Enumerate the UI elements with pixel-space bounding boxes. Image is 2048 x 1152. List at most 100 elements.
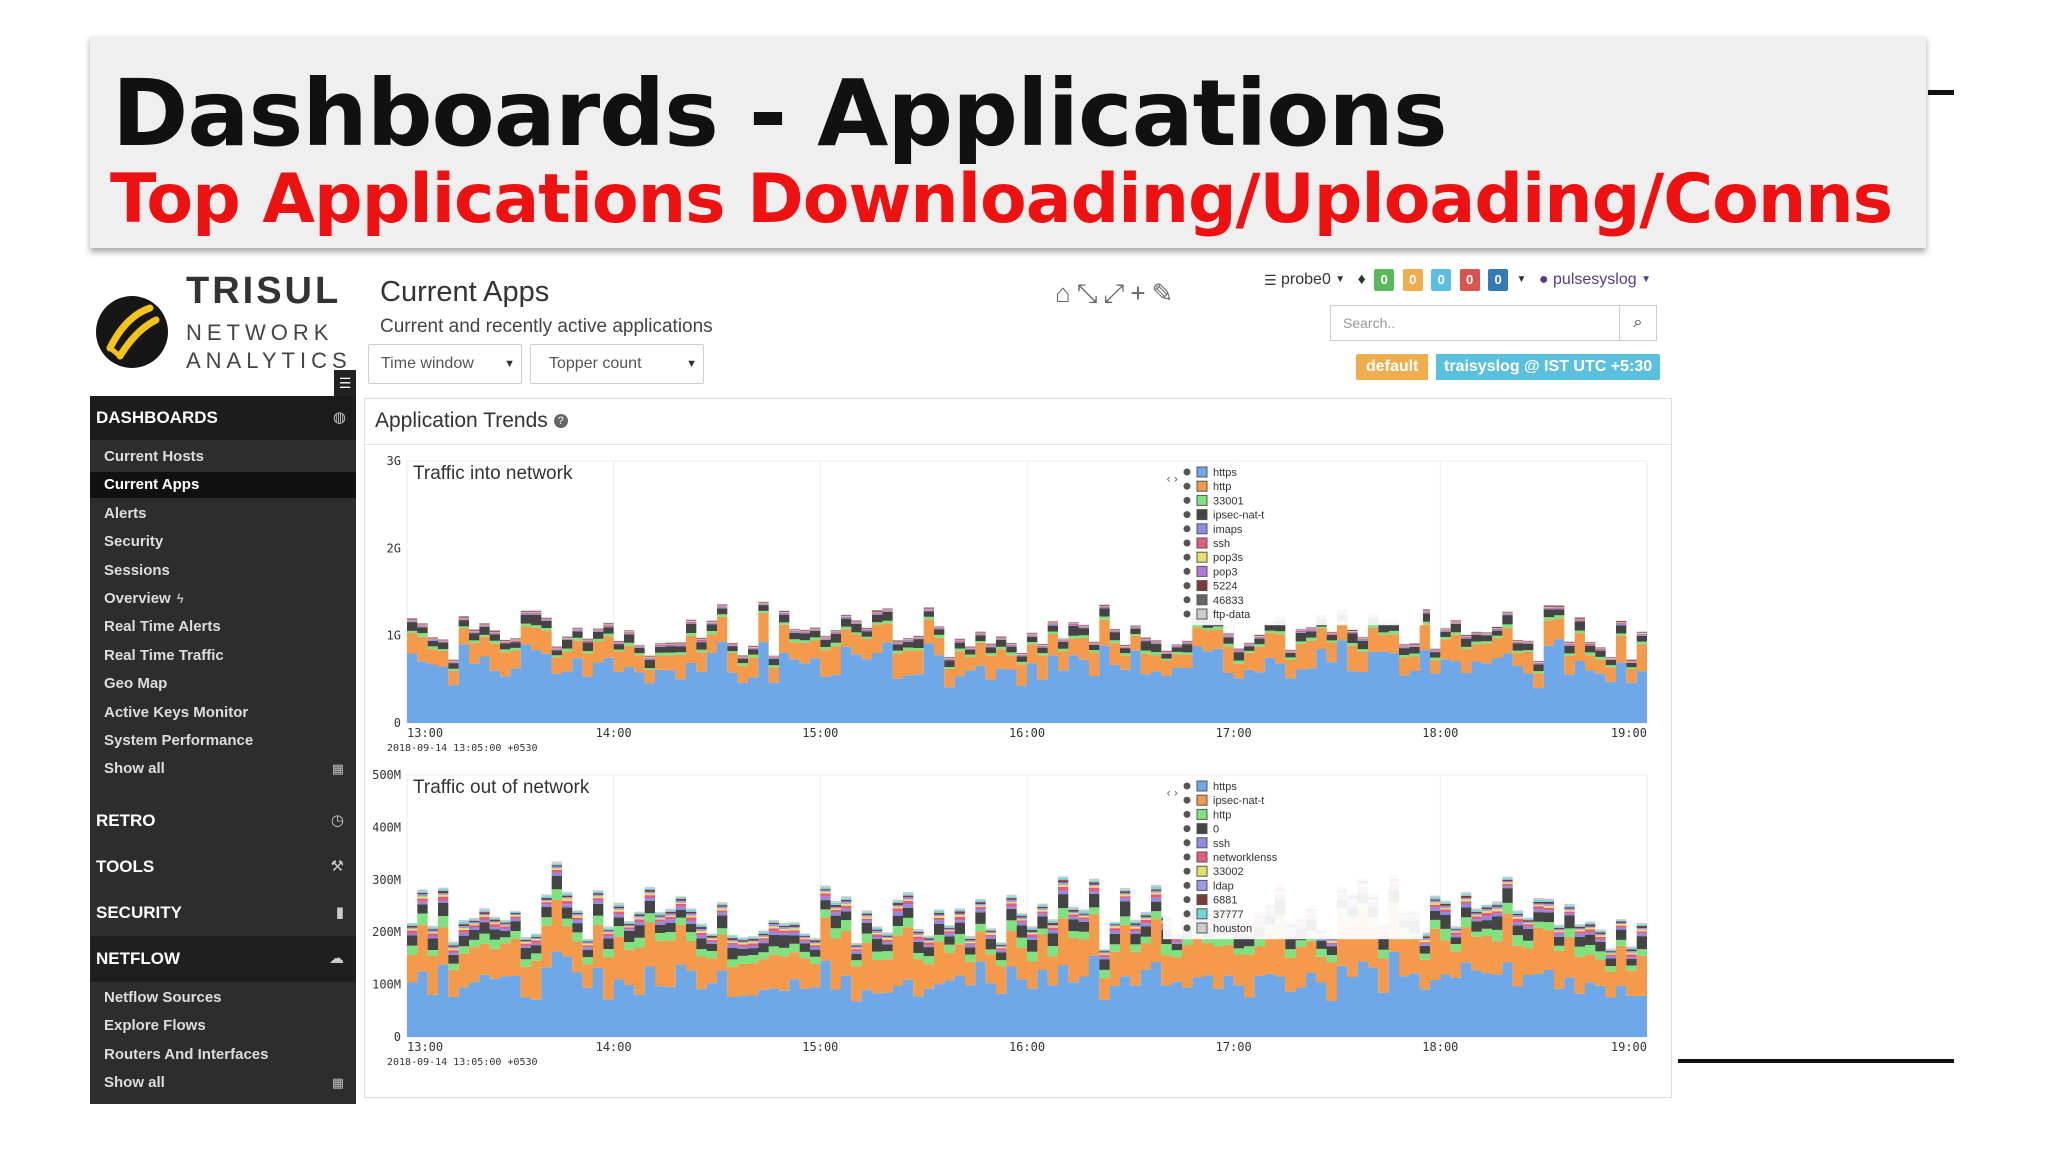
context-badge[interactable]: default bbox=[1356, 354, 1429, 380]
x-tick-label: 14:00 bbox=[596, 1040, 632, 1054]
sidebar-item-label: Alerts bbox=[104, 504, 147, 522]
sidebar-item[interactable]: Sessions bbox=[90, 558, 356, 584]
sidebar-item[interactable]: Current Apps bbox=[90, 472, 356, 499]
edit-icon[interactable]: ✎ bbox=[1152, 278, 1180, 308]
sidebar-toggle-icon[interactable]: ☰ bbox=[334, 370, 356, 396]
alert-badge[interactable]: 0 bbox=[1488, 269, 1509, 291]
legend-toggle[interactable] bbox=[1183, 482, 1191, 490]
legend-nav-icon[interactable]: ‹› bbox=[1165, 786, 1179, 800]
chart-traffic-out: 0 100M 200M 300M 400M 500M 13:00 14:00 15:00 16:0… bbox=[372, 767, 1663, 1077]
legend-toggle[interactable] bbox=[1183, 825, 1191, 833]
legend-swatch bbox=[1196, 865, 1208, 877]
caret-down-icon: ▼ bbox=[1641, 274, 1651, 285]
x-tick-label: 17:00 bbox=[1216, 726, 1252, 740]
probe-selector[interactable]: probe0 bbox=[1281, 266, 1331, 294]
sidebar-item[interactable]: Overview ϟ bbox=[90, 586, 356, 612]
legend-swatch bbox=[1196, 837, 1208, 849]
x-tick-label: 14:00 bbox=[596, 726, 632, 740]
search-input[interactable]: Search.. bbox=[1330, 305, 1620, 341]
x-tick-label: 16:00 bbox=[1009, 726, 1045, 740]
logo-text: NETWORK bbox=[186, 320, 334, 345]
y-tick-label: 300M bbox=[373, 873, 401, 887]
home-icon[interactable]: ⌂ bbox=[1055, 278, 1077, 308]
legend-toggle[interactable] bbox=[1183, 553, 1191, 561]
legend-label: 33002 bbox=[1213, 866, 1244, 878]
sidebar-item[interactable]: Routers And Interfaces bbox=[90, 1042, 356, 1068]
sidebar-item-label: Security bbox=[104, 533, 164, 551]
legend-toggle[interactable] bbox=[1183, 496, 1191, 504]
sidebar-section-dashboards[interactable]: DASHBOARDS ◍ bbox=[90, 396, 356, 440]
alert-badge[interactable]: 0 bbox=[1374, 269, 1395, 291]
sidebar-section-netflow[interactable]: NETFLOW ☁ bbox=[90, 936, 356, 982]
sidebar-item[interactable]: Show all ▦ bbox=[90, 1070, 356, 1096]
alert-badge[interactable]: 0 bbox=[1402, 269, 1423, 291]
x-tick-label: 15:00 bbox=[802, 726, 838, 740]
sidebar-item[interactable]: Show all ▦ bbox=[90, 756, 356, 782]
user-menu[interactable]: pulsesyslog bbox=[1553, 266, 1637, 294]
legend-toggle[interactable] bbox=[1183, 810, 1191, 818]
sidebar-section-retro[interactable]: RETRO ◷ bbox=[90, 798, 356, 844]
add-icon[interactable]: + bbox=[1130, 278, 1151, 308]
legend-toggle[interactable] bbox=[1183, 796, 1191, 804]
page-subtitle: Current and recently active applications bbox=[380, 316, 713, 337]
legend-toggle[interactable] bbox=[1183, 567, 1191, 575]
legend-toggle[interactable] bbox=[1183, 582, 1191, 590]
legend-label: networklenss bbox=[1213, 852, 1278, 864]
sidebar-item[interactable]: System Performance bbox=[90, 728, 356, 754]
cloud-icon: ☁ bbox=[329, 950, 344, 967]
time-window-dropdown[interactable]: Time window ▼ bbox=[368, 344, 522, 384]
legend-toggle[interactable] bbox=[1183, 867, 1191, 875]
slide-subtitle: Top Applications Downloading/Uploading/C… bbox=[110, 160, 1893, 239]
legend-toggle[interactable] bbox=[1183, 468, 1191, 476]
legend-nav-icon[interactable]: ‹› bbox=[1165, 472, 1179, 486]
expand-icon[interactable]: ⤢ bbox=[1104, 278, 1131, 308]
application-trends-panel: Application Trends? 0 1G 2G 3G 13:00 14:00 15:… bbox=[364, 398, 1672, 1098]
alert-badge[interactable]: 0 bbox=[1459, 269, 1480, 291]
sidebar-item[interactable]: Active Keys Monitor bbox=[90, 700, 356, 726]
legend-toggle[interactable] bbox=[1183, 910, 1191, 918]
y-tick-label: 0 bbox=[394, 1030, 401, 1044]
bell-icon[interactable]: ♦ bbox=[1358, 266, 1366, 294]
legend-toggle[interactable] bbox=[1183, 610, 1191, 618]
sidebar-item[interactable]: Alerts bbox=[90, 501, 356, 527]
compress-icon[interactable]: ⤡ bbox=[1077, 278, 1104, 308]
legend-toggle[interactable] bbox=[1183, 924, 1191, 932]
sidebar-item-label: Real Time Traffic bbox=[104, 646, 224, 664]
sidebar-item[interactable]: Explore Flows bbox=[90, 1013, 356, 1039]
logo[interactable]: TRISUL NETWORK ANALYTICS bbox=[90, 266, 356, 396]
help-icon[interactable]: ? bbox=[553, 414, 568, 429]
chart-title: Traffic into network bbox=[413, 463, 573, 484]
y-tick-label: 400M bbox=[373, 820, 401, 834]
sidebar-item-label: Geo Map bbox=[104, 675, 168, 693]
dropdown-label: Topper count bbox=[549, 355, 642, 372]
legend-toggle[interactable] bbox=[1183, 782, 1191, 790]
search-icon[interactable]: ⌕ bbox=[1619, 305, 1657, 341]
legend-toggle[interactable] bbox=[1183, 525, 1191, 533]
x-tick-label: 19:00 bbox=[1611, 726, 1647, 740]
sidebar-section-label: NETFLOW bbox=[96, 949, 181, 968]
x-start-label: 2018-09-14 13:05:00 +0530 bbox=[387, 1057, 538, 1068]
legend-toggle[interactable] bbox=[1183, 853, 1191, 861]
sidebar-section-security[interactable]: SECURITY ▮ bbox=[90, 890, 356, 936]
sidebar-item[interactable]: Real Time Alerts bbox=[90, 614, 356, 640]
sidebar-item[interactable]: Real Time Traffic bbox=[90, 643, 356, 669]
topper-count-dropdown[interactable]: Topper count ▼ bbox=[530, 344, 704, 384]
legend-label: https bbox=[1213, 781, 1237, 793]
caret-down-icon: ▼ bbox=[1516, 274, 1527, 285]
legend-label: 37777 bbox=[1213, 909, 1244, 921]
caret-down-icon: ▼ bbox=[686, 358, 697, 370]
sidebar-item[interactable]: Current Hosts bbox=[90, 444, 356, 470]
legend-toggle[interactable] bbox=[1183, 839, 1191, 847]
sidebar-item[interactable]: Netflow Sources bbox=[90, 985, 356, 1011]
sidebar-item[interactable]: Security bbox=[90, 529, 356, 555]
sidebar-item[interactable]: Geo Map bbox=[90, 671, 356, 697]
alert-badge[interactable]: 0 bbox=[1431, 269, 1452, 291]
legend-toggle[interactable] bbox=[1183, 596, 1191, 604]
legend-label: imaps bbox=[1213, 524, 1243, 536]
legend-toggle[interactable] bbox=[1183, 511, 1191, 519]
legend-toggle[interactable] bbox=[1183, 881, 1191, 889]
legend-label: http bbox=[1213, 481, 1231, 493]
sidebar-section-tools[interactable]: TOOLS ⚒ bbox=[90, 844, 356, 890]
legend-toggle[interactable] bbox=[1183, 539, 1191, 547]
legend-toggle[interactable] bbox=[1183, 896, 1191, 904]
